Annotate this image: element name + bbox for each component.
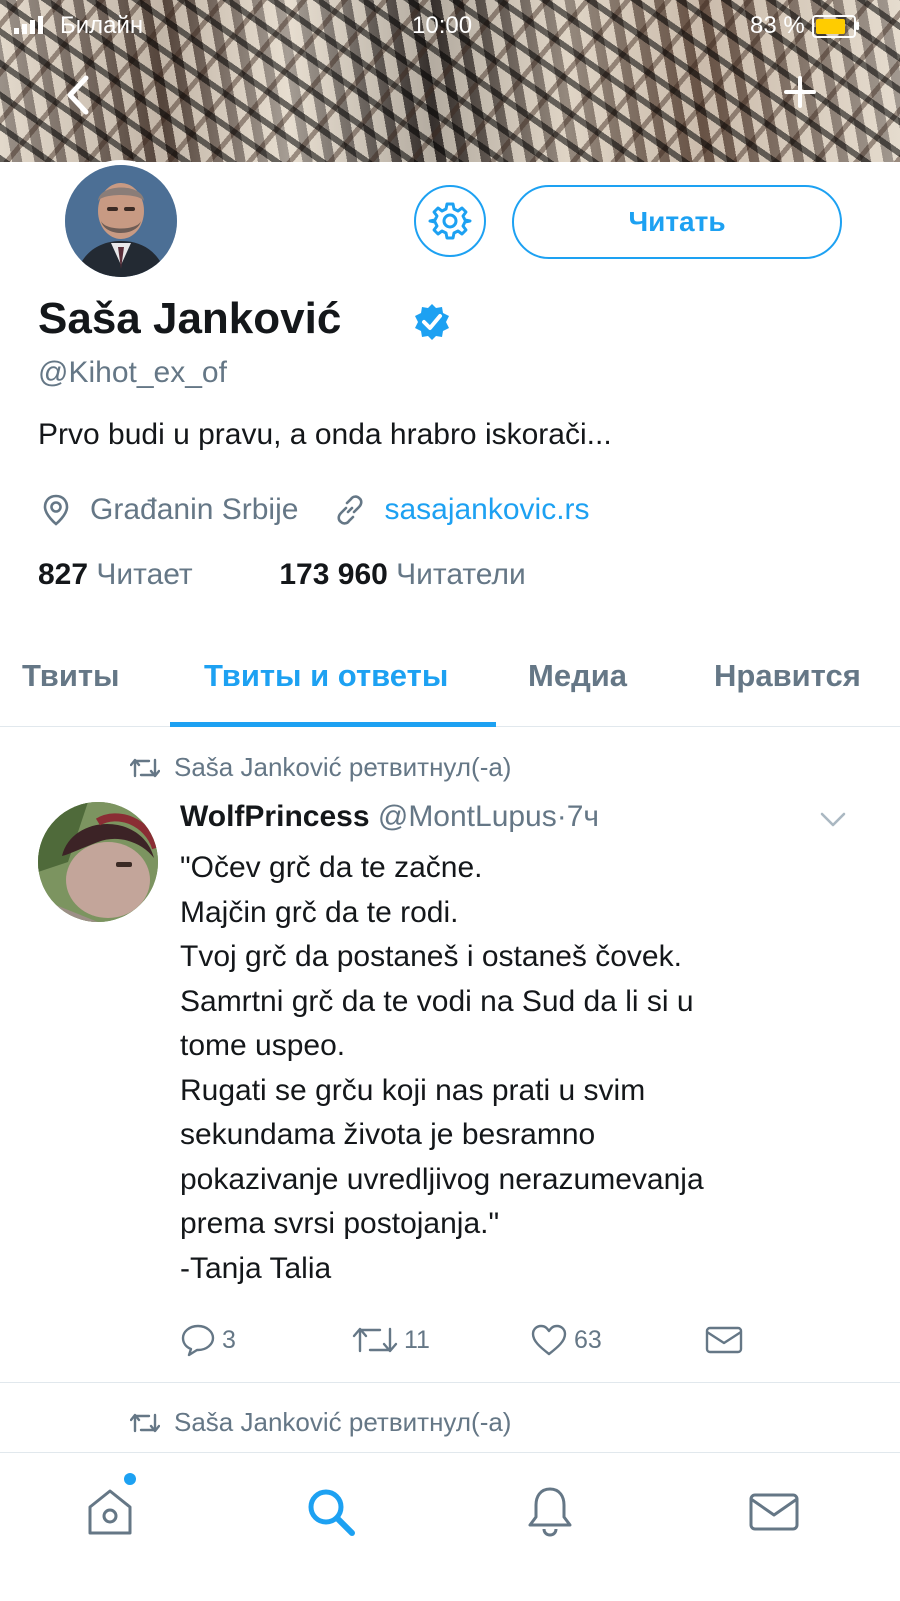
search-icon [308, 1489, 355, 1536]
retweet-button[interactable]: 11 [352, 1318, 430, 1362]
plus-icon [784, 76, 816, 108]
like-count: 63 [574, 1325, 602, 1354]
profile-settings-button[interactable] [414, 185, 486, 257]
retweet-icon [130, 758, 160, 777]
nav-notifications[interactable] [522, 1483, 578, 1539]
follow-button[interactable]: Читать [512, 185, 842, 259]
battery-percent: 83 % [750, 12, 805, 39]
tweet-text-line: prema svrsi postojanja." [180, 1207, 500, 1240]
retweet-notice: Saša Janković ретвитнул(-а) [130, 1407, 511, 1438]
retweet-icon [352, 1327, 398, 1353]
direct-message-button[interactable] [704, 1318, 750, 1362]
avatar-photo [65, 165, 177, 277]
tweet-header: WolfPrincess @MontLupus·7ч [180, 800, 599, 834]
tab-tweets-and-replies[interactable]: Твиты и ответы [204, 658, 448, 694]
signal-strength-icon [14, 16, 43, 34]
reply-button[interactable]: 3 [180, 1318, 236, 1362]
tweet-text-line: -Tanja Talia [180, 1251, 332, 1285]
profile-stats: 827 Читает 173 960 Читатели [38, 558, 526, 592]
nav-search[interactable] [302, 1483, 358, 1539]
following-label: Читает [96, 558, 193, 591]
tweet-divider [0, 1382, 900, 1383]
tweet-text-line: tome uspeo. [180, 1029, 346, 1062]
tweet-text: "Očev grč da te začne. Majčin grč da te … [180, 846, 870, 1291]
tweet-text-line: Rugati se grču koji nas prati u svim [180, 1073, 646, 1107]
add-to-list-button[interactable] [778, 70, 822, 114]
tweet-text-line: Samrtni grč da te vodi na Sud da li si u [180, 984, 694, 1018]
bell-icon [528, 1487, 572, 1537]
tweet-timestamp: 7ч [566, 800, 600, 833]
tweet-text-line: "Očev grč da te začne. [180, 851, 483, 884]
tweet-author-handle[interactable]: @MontLupus [378, 800, 557, 833]
chevron-down-icon[interactable] [818, 808, 848, 830]
home-icon [88, 1489, 132, 1535]
profile-tabs: Твиты Твиты и ответы Медиа Нравится [0, 628, 900, 727]
tab-tweets[interactable]: Твиты [22, 658, 120, 694]
profile-bio: Prvo budi u pravu, a onda hrabro iskorač… [38, 418, 612, 451]
battery-icon [812, 15, 859, 38]
retweet-notice: Saša Janković ретвитнул(-а) [130, 752, 511, 783]
like-button[interactable]: 63 [530, 1318, 602, 1362]
carrier-name: Билайн [60, 12, 144, 39]
tweet-text-line: sekundama života je besramno [180, 1118, 596, 1151]
tweet-author-name[interactable]: WolfPrincess [180, 800, 370, 833]
profile-name: Saša Janković [38, 294, 342, 343]
followers-count: 173 960 [279, 558, 388, 591]
active-tab-indicator [170, 722, 496, 727]
envelope-icon [749, 1493, 799, 1531]
tab-likes[interactable]: Нравится [714, 658, 861, 694]
retweet-notice-text: Saša Janković ретвитнул(-а) [174, 1407, 512, 1437]
reply-count: 3 [222, 1325, 236, 1354]
back-button[interactable] [58, 70, 98, 120]
tab-media[interactable]: Медиа [528, 658, 627, 694]
tweet-author-avatar[interactable] [38, 802, 158, 922]
nav-messages[interactable] [746, 1483, 802, 1539]
heart-icon [531, 1324, 567, 1356]
profile-website-link[interactable]: sasajankovic.rs [384, 493, 589, 527]
nav-home[interactable] [82, 1483, 138, 1539]
followers-label: Читатели [396, 558, 526, 591]
home-unread-dot [124, 1473, 136, 1485]
reply-icon [181, 1324, 215, 1357]
location-pin-icon [43, 494, 69, 526]
profile-location: Građanin Srbije [90, 493, 299, 526]
following-stat[interactable]: 827 Читает [38, 558, 193, 591]
status-bar: Билайн 10:00 83 % [0, 0, 900, 50]
verified-badge-icon [415, 304, 449, 340]
profile-handle: @Kihot_ex_of [38, 356, 227, 389]
tweet-text-line: Majčin grč da te rodi. [180, 895, 459, 929]
link-icon [337, 495, 363, 525]
profile-avatar[interactable] [60, 160, 182, 282]
followers-stat[interactable]: 173 960 Читатели [279, 558, 525, 591]
envelope-icon [705, 1326, 743, 1354]
tweet-text-line: Tvoj grč da postaneš i ostaneš čovek. [180, 940, 682, 973]
tweet-avatar-photo [38, 802, 158, 922]
bottom-navigation [0, 1452, 900, 1601]
retweet-count: 11 [404, 1325, 430, 1354]
following-count: 827 [38, 558, 89, 591]
profile-meta-row: Građanin Srbije sasajankovic.rs [38, 488, 590, 532]
tweet-text-line: pokazivanje uvredljivog nerazumevanja [180, 1162, 704, 1196]
chevron-left-icon [67, 75, 89, 115]
gear-icon [428, 202, 472, 240]
retweet-notice-text: Saša Janković ретвитнул(-а) [174, 752, 512, 782]
tweet-actions: 3 11 63 [180, 1318, 760, 1362]
retweet-icon [130, 1413, 160, 1432]
tweet-separator: · [556, 800, 567, 833]
status-time: 10:00 [412, 12, 473, 39]
